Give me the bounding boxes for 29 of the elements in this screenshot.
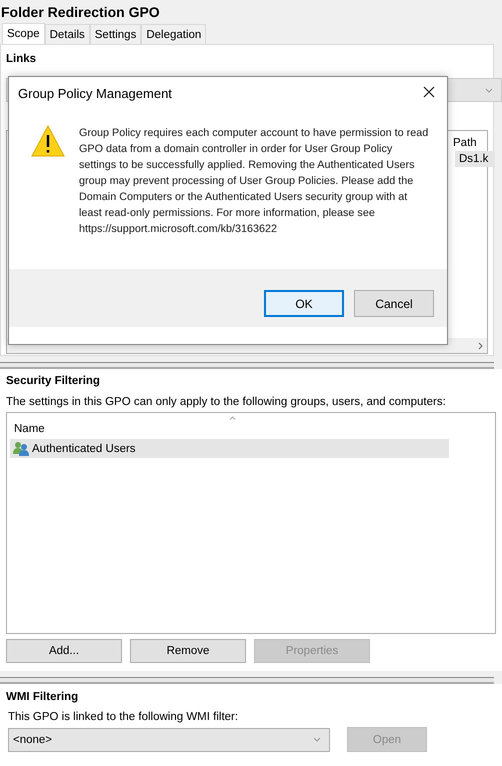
description-text: The settings in this GPO can only apply to the following groups, users, and computers: <box>6 396 447 408</box>
sort-caret-icon <box>229 416 236 420</box>
users-icon <box>13 441 30 456</box>
dialog-title: Group Policy Management <box>18 86 172 100</box>
list-item[interactable]: Authenticated Users <box>10 439 449 458</box>
column-header[interactable]: Path <box>453 137 477 149</box>
warning-icon <box>31 125 65 157</box>
action-button[interactable]: Remove <box>130 639 246 663</box>
wmi-filter-dropdown[interactable]: <none> <box>8 728 330 752</box>
window-title: Folder Redirection GPO <box>1 3 161 22</box>
splitter-bar[interactable] <box>0 362 494 369</box>
chevron-icon <box>313 737 321 742</box>
action-button[interactable]: Add... <box>6 639 122 663</box>
splitter-bar[interactable] <box>0 677 494 684</box>
table-cell[interactable]: Ds1.k <box>455 151 495 167</box>
tab[interactable]: Delegation <box>141 24 206 44</box>
scroll-right-icon <box>478 342 483 350</box>
column-header[interactable]: Name <box>10 417 492 439</box>
section-heading: WMI Filtering <box>6 691 80 703</box>
tab[interactable]: Settings <box>90 24 142 44</box>
chevron-icon <box>485 88 493 92</box>
dialog-message: Group Policy requires each computer account to have permission to read GPO data from a domain controller in order for User Group Policy settings to be successfully applied. Removing the Authenticated Users group may prevent processing of User Group Policies. Please add the Domain Computers or the Authenticated Users security group with at least read-only permissions. For more information, please see https://support.microsoft.com/kb/3163622 <box>79 126 430 237</box>
tab[interactable]: Scope <box>2 23 45 44</box>
section-heading: Security Filtering <box>6 375 101 387</box>
field-label: This GPO is linked to the following WMI filter: <box>7 711 240 723</box>
dialog-button[interactable]: Cancel <box>354 290 434 317</box>
section-heading: Links <box>6 53 38 65</box>
dialog-button[interactable]: OK <box>264 290 344 317</box>
tab[interactable]: Details <box>44 24 90 44</box>
